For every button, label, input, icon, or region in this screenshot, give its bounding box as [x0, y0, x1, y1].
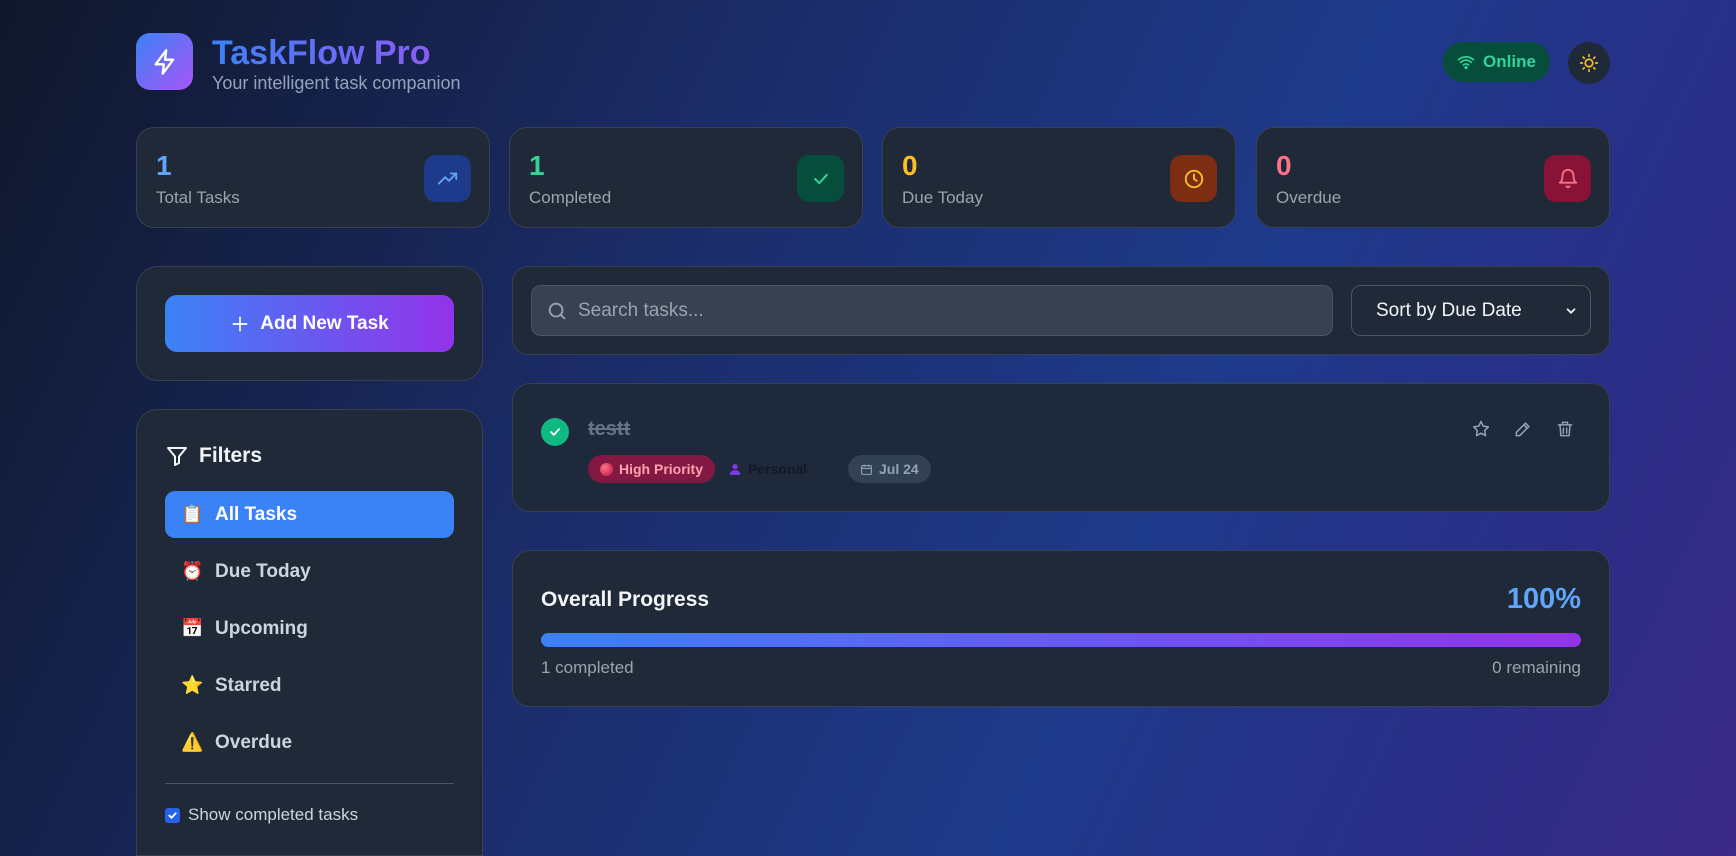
status-text: Online — [1483, 52, 1536, 71]
logo — [136, 33, 193, 90]
add-task-button[interactable]: Add New Task — [165, 295, 454, 352]
progress-bar-fill — [541, 633, 1581, 647]
sort-select[interactable]: Sort by Due Date — [1351, 285, 1591, 336]
stat-label: Completed — [529, 188, 612, 207]
clipboard-icon: 📋 — [181, 504, 204, 524]
divider — [165, 783, 454, 784]
stat-value: 0 — [1276, 150, 1292, 181]
due-date-label: Jul 24 — [879, 461, 919, 477]
due-date-badge: Jul 24 — [848, 455, 931, 483]
filter-overdue[interactable]: ⚠️ Overdue — [165, 719, 454, 766]
filter-label: Starred — [215, 674, 282, 696]
filter-due-today[interactable]: ⏰ Due Today — [165, 548, 454, 595]
stat-card-overdue: 0 Overdue — [1256, 127, 1610, 228]
stat-card-total: 1 Total Tasks — [136, 127, 490, 228]
category-badge: Personal — [716, 455, 819, 483]
warning-icon: ⚠️ — [181, 732, 204, 752]
stat-card-completed: 1 Completed — [509, 127, 863, 228]
add-task-panel: Add New Task — [136, 266, 483, 381]
star-icon[interactable] — [1471, 419, 1491, 439]
alarm-clock-icon: ⏰ — [181, 561, 204, 581]
progress-percent: 100% — [1506, 583, 1581, 615]
plus-icon — [232, 316, 248, 331]
checkmark-icon — [168, 811, 177, 819]
filter-all-tasks[interactable]: 📋 All Tasks — [165, 491, 454, 538]
calendar-icon: 📅 — [181, 618, 204, 638]
status-badge: Online — [1443, 42, 1550, 82]
remaining-count: 0 remaining — [1492, 658, 1581, 677]
progress-panel: Overall Progress 100% 1 completed 0 rema… — [512, 550, 1610, 707]
filter-starred[interactable]: ⭐ Starred — [165, 662, 454, 709]
task-title: testt — [588, 418, 631, 440]
show-completed-label: Show completed tasks — [188, 805, 359, 824]
priority-badge: High Priority — [588, 455, 716, 483]
task-actions — [1471, 419, 1575, 439]
search-panel: Sort by Due Date — [512, 266, 1610, 355]
chevron-down-icon — [1566, 307, 1576, 314]
filters-title: Filters — [199, 444, 263, 467]
app-header: TaskFlow Pro Your intelligent task compa… — [136, 33, 1610, 93]
priority-label: High Priority — [619, 461, 704, 477]
sort-selected-value: Sort by Due Date — [1376, 299, 1522, 321]
check-icon — [550, 428, 560, 436]
wifi-icon — [1457, 56, 1475, 70]
sun-icon — [1579, 53, 1599, 73]
check-icon — [797, 155, 844, 202]
progress-bar — [541, 633, 1581, 647]
stat-value: 1 — [156, 150, 172, 181]
filter-label: Due Today — [215, 560, 311, 582]
trash-icon[interactable] — [1555, 419, 1575, 439]
filter-label: All Tasks — [215, 503, 298, 525]
add-task-label: Add New Task — [260, 312, 389, 334]
stat-label: Due Today — [902, 188, 983, 207]
search-input[interactable] — [578, 299, 1318, 322]
red-circle-icon — [600, 462, 613, 476]
show-completed-toggle[interactable]: Show completed tasks — [165, 805, 358, 825]
star-icon: ⭐ — [181, 675, 204, 695]
show-completed-checkbox[interactable] — [165, 807, 180, 823]
filter-label: Overdue — [215, 731, 293, 753]
category-label: Personal — [748, 461, 808, 477]
completed-count: 1 completed — [541, 658, 634, 677]
task-card: testt High Priority Personal Jul 24 — [512, 383, 1610, 512]
bell-icon — [1544, 155, 1591, 202]
app-title: TaskFlow Pro — [212, 34, 431, 72]
user-icon — [729, 464, 741, 475]
clock-icon — [1170, 155, 1217, 202]
calendar-icon — [861, 464, 872, 475]
stat-value: 0 — [902, 150, 918, 181]
app-subtitle: Your intelligent task companion — [212, 73, 461, 93]
filters-heading: Filters — [165, 444, 262, 468]
progress-title: Overall Progress — [541, 588, 710, 611]
trending-up-icon — [424, 155, 471, 202]
filter-label: Upcoming — [215, 617, 308, 639]
filter-icon — [167, 447, 187, 466]
filters-panel: Filters 📋 All Tasks ⏰ Due Today 📅 Upcomi… — [136, 409, 483, 856]
stat-value: 1 — [529, 150, 545, 181]
search-box — [531, 285, 1333, 336]
lightning-icon — [154, 48, 174, 75]
search-icon — [548, 302, 566, 319]
stat-label: Overdue — [1276, 188, 1342, 207]
theme-toggle-button[interactable] — [1568, 42, 1610, 84]
stat-label: Total Tasks — [156, 188, 240, 207]
filter-upcoming[interactable]: 📅 Upcoming — [165, 605, 454, 652]
stat-card-due-today: 0 Due Today — [882, 127, 1236, 228]
task-complete-toggle[interactable] — [541, 418, 569, 446]
edit-icon[interactable] — [1513, 419, 1533, 439]
